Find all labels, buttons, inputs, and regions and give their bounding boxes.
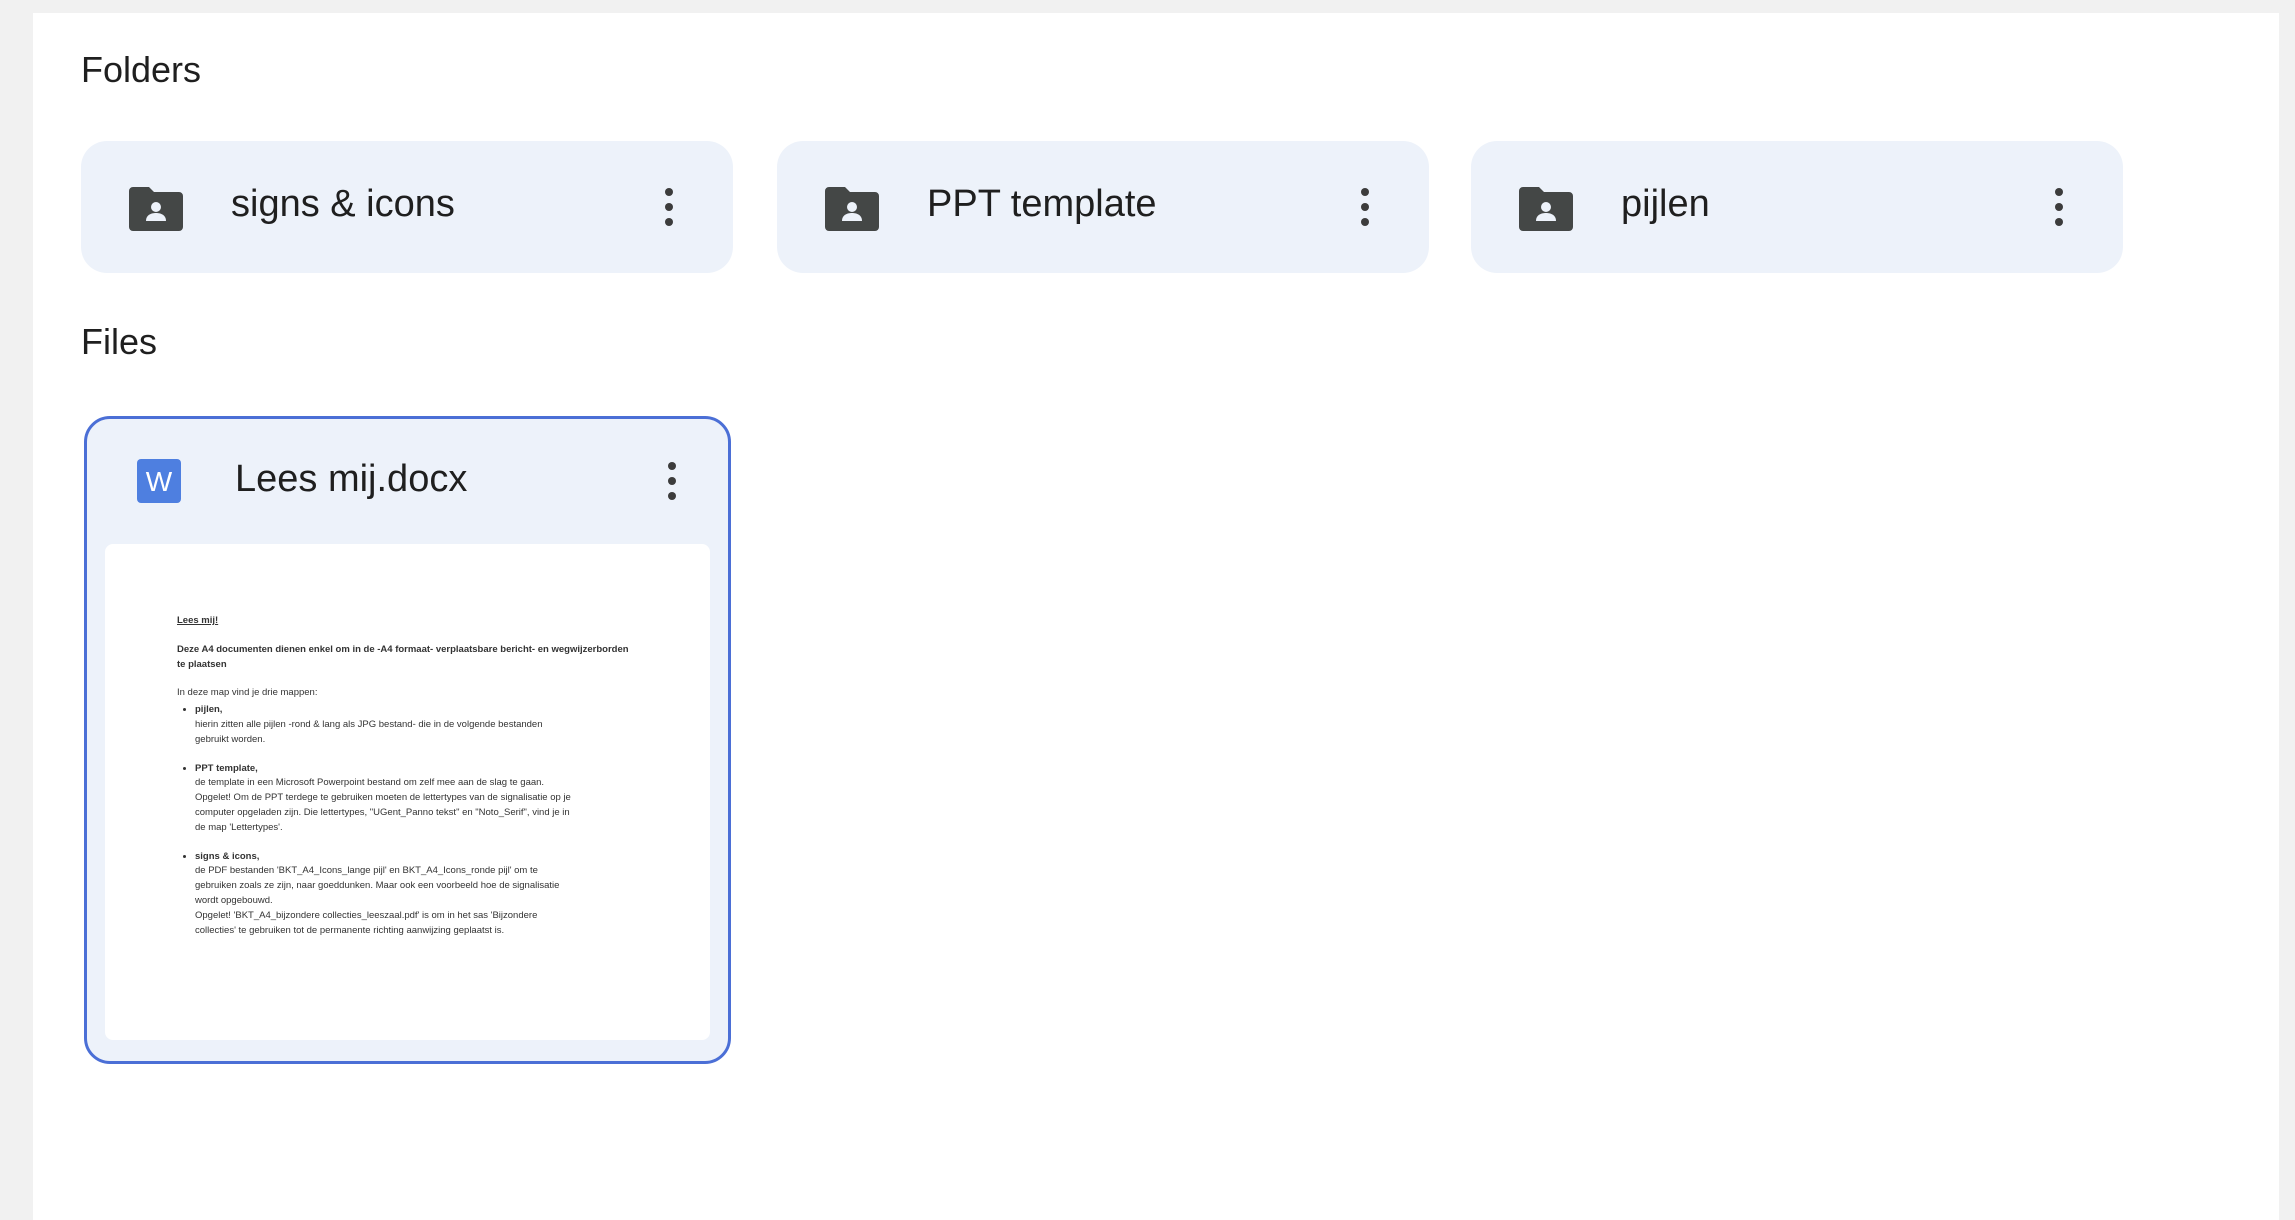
more-actions-button[interactable] <box>649 179 689 235</box>
list-item-line: collecties' te gebruiken tot de permanen… <box>195 924 505 936</box>
preview-list-lead: In deze map vind je drie mappen: <box>177 687 318 699</box>
list-item-line: gebruiken zoals ze zijn, naar goeddunken… <box>195 880 560 892</box>
shared-folder-icon <box>825 187 879 231</box>
more-actions-button[interactable] <box>1345 179 1385 235</box>
more-actions-button[interactable] <box>652 453 692 509</box>
word-icon-letter: W <box>146 466 173 497</box>
list-item: PPT template, de template in een Microso… <box>195 762 637 836</box>
list-item-heading: signs & icons, <box>195 850 260 862</box>
shared-folder-icon <box>129 187 183 231</box>
folder-name: PPT template <box>927 183 1157 225</box>
kebab-icon <box>2055 203 2063 211</box>
kebab-icon <box>665 188 673 196</box>
kebab-icon <box>668 462 676 470</box>
list-item-line: de map 'Lettertypes'. <box>195 821 283 833</box>
list-item: pijlen, hierin zitten alle pijlen -rond … <box>195 703 637 747</box>
kebab-icon <box>1361 203 1369 211</box>
folder-name: pijlen <box>1621 183 1710 225</box>
more-actions-button[interactable] <box>2039 179 2079 235</box>
preview-intro: Deze A4 documenten dienen enkel om in de… <box>177 643 629 670</box>
list-item-line: computer opgeladen zijn. Die lettertypes… <box>195 806 570 818</box>
kebab-icon <box>668 477 676 485</box>
file-preview-thumbnail[interactable]: Lees mij! Deze A4 documenten dienen enke… <box>105 544 710 1040</box>
list-item: signs & icons, de PDF bestanden 'BKT_A4_… <box>195 850 637 939</box>
list-item-line: Opgelet! Om de PPT terdege te gebruiken … <box>195 792 571 804</box>
list-item-line: wordt opgebouwd. <box>195 894 273 906</box>
list-item-line: gebruikt worden. <box>195 733 266 745</box>
folder-card-pijlen[interactable]: pijlen <box>1471 141 2123 273</box>
shared-folder-icon <box>1519 187 1573 231</box>
file-card-lees-mij[interactable]: W Lees mij.docx Lees mij! Deze A4 docume… <box>84 416 731 1064</box>
kebab-icon <box>665 218 673 226</box>
list-item-line: Opgelet! 'BKT_A4_bijzondere collecties_l… <box>195 909 538 921</box>
preview-list: pijlen, hierin zitten alle pijlen -rond … <box>177 703 637 938</box>
folders-heading: Folders <box>81 49 202 90</box>
file-name: Lees mij.docx <box>235 458 468 500</box>
word-doc-icon: W <box>137 459 181 503</box>
kebab-icon <box>2055 188 2063 196</box>
list-item-line: hierin zitten alle pijlen -rond & lang a… <box>195 718 543 730</box>
kebab-icon <box>665 203 673 211</box>
kebab-icon <box>1361 218 1369 226</box>
files-heading: Files <box>81 321 158 362</box>
document-preview: Lees mij! Deze A4 documenten dienen enke… <box>177 614 637 952</box>
folder-card-signs-icons[interactable]: signs & icons <box>81 141 733 273</box>
list-item-heading: pijlen, <box>195 704 223 716</box>
folder-card-ppt-template[interactable]: PPT template <box>777 141 1429 273</box>
list-item-line: de PDF bestanden 'BKT_A4_Icons_lange pij… <box>195 865 538 877</box>
drive-content-panel: Folders signs & icons PPT template pijle… <box>33 13 2279 1220</box>
kebab-icon <box>2055 218 2063 226</box>
kebab-icon <box>1361 188 1369 196</box>
kebab-icon <box>668 492 676 500</box>
list-item-line: de template in een Microsoft Powerpoint … <box>195 777 545 789</box>
list-item-heading: PPT template, <box>195 762 258 774</box>
preview-title: Lees mij! <box>177 615 219 626</box>
folder-name: signs & icons <box>231 183 455 225</box>
